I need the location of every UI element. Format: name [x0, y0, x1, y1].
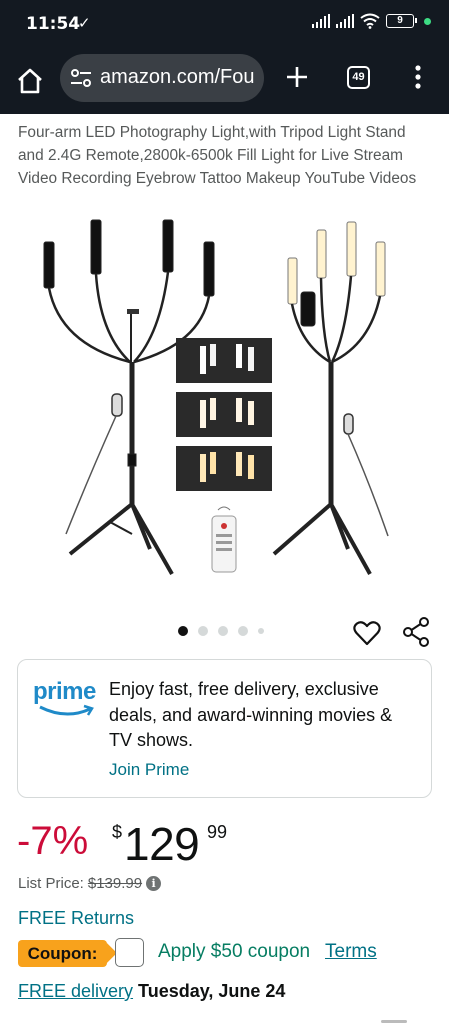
color-temperature-previews [176, 338, 272, 491]
list-price-label: List Price: [18, 875, 84, 892]
site-settings-icon[interactable] [70, 68, 92, 88]
more-vert-icon[interactable] [410, 63, 426, 91]
prime-promo-card: prime Enjoy fast, free delivery, exclusi… [17, 659, 432, 798]
heart-icon[interactable] [353, 619, 381, 647]
coupon-badge: Coupon: [18, 940, 107, 967]
new-tab-plus-icon[interactable] [282, 62, 312, 92]
url-text: amazon.com/Fou [100, 66, 255, 88]
carousel-dot-2[interactable] [198, 626, 208, 636]
prime-logo: prime [33, 678, 96, 705]
battery-icon: 9 [386, 14, 417, 28]
carousel-dot-5[interactable] [258, 628, 264, 634]
status-icons: 9 [312, 13, 431, 29]
remote-control [211, 506, 237, 573]
home-icon[interactable] [14, 65, 46, 97]
carousel-dot-3[interactable] [218, 626, 228, 636]
tabs-icon[interactable]: 49 [347, 66, 370, 89]
browser-toolbar: amazon.com/Fou 49 [0, 48, 449, 114]
product-image[interactable] [30, 214, 420, 586]
delivery-row: FREE delivery Tuesday, June 24 [18, 981, 285, 1002]
check-download-icon: ✓ [78, 15, 91, 32]
image-carousel-dots[interactable] [178, 626, 264, 636]
status-bar: 11:54 ✓ 9 [0, 0, 449, 48]
join-prime-link[interactable]: Join Prime [109, 760, 189, 780]
carousel-dot-1[interactable] [178, 626, 188, 636]
bottom-handle [381, 1020, 407, 1023]
list-price-value: $139.99 [87, 875, 143, 892]
list-price: List Price: $139.99 i [18, 875, 162, 892]
wifi-icon [360, 13, 380, 29]
privacy-dot-icon [424, 17, 431, 25]
price-fraction: 99 [207, 822, 228, 842]
url-bar[interactable]: amazon.com/Fou [60, 54, 264, 102]
prime-message: Enjoy fast, free delivery, exclusive dea… [109, 679, 393, 750]
signal-icon-2 [336, 14, 354, 28]
info-icon[interactable]: i [146, 876, 162, 891]
share-icon[interactable] [402, 617, 430, 647]
signal-icon [312, 14, 330, 28]
discount-percent: -7% [17, 819, 89, 863]
carousel-dot-4[interactable] [238, 626, 248, 636]
coupon-terms-link[interactable]: Terms [325, 941, 377, 963]
coupon-row: Coupon: Apply $50 coupon Terms [18, 937, 438, 969]
price-whole: 129 [124, 818, 200, 870]
delivery-date: Tuesday, June 24 [138, 981, 286, 1001]
status-time: 11:54 [26, 14, 81, 34]
right-light-stand [272, 221, 389, 575]
coupon-checkbox[interactable] [115, 938, 144, 967]
prime-smile-icon [39, 704, 94, 716]
free-returns-link[interactable]: FREE Returns [18, 908, 134, 929]
free-delivery-link[interactable]: FREE delivery [18, 981, 133, 1001]
price-currency: $ [112, 822, 123, 842]
coupon-apply-text[interactable]: Apply $50 coupon [158, 941, 310, 963]
product-title: Four-arm LED Photography Light,with Trip… [18, 124, 417, 187]
